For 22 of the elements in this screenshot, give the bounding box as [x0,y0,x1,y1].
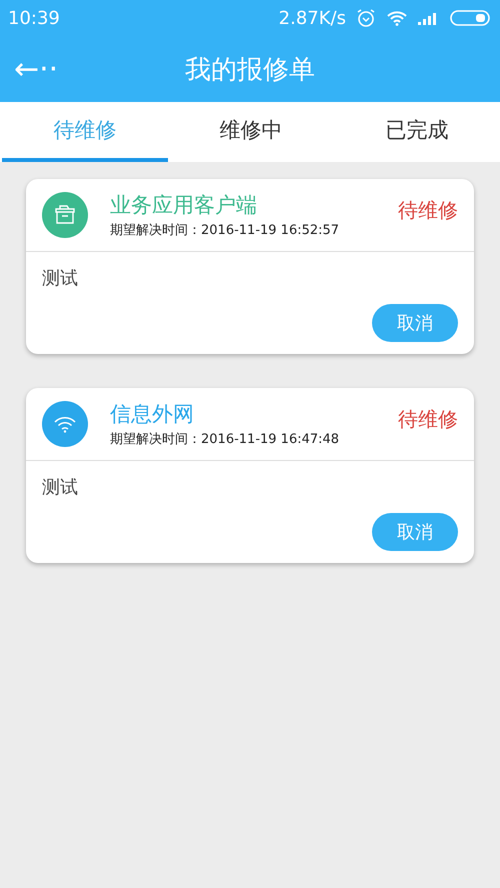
cancel-button[interactable]: 取消 [372,304,458,342]
order-title: 信息外网 [110,401,195,428]
tab[interactable]: 维修中 [168,102,334,162]
wifi-icon [386,10,408,26]
back-button[interactable]: ←·· [14,52,58,86]
order-description: 测试 [42,476,78,499]
order-status: 待维修 [398,197,458,224]
network-speed: 2.87K/s [278,8,346,28]
tab[interactable]: 待维修 [2,102,168,162]
expected-time: 期望解决时间：2016-11-19 16:52:57 [110,222,340,239]
tab[interactable]: 已完成 [334,102,500,162]
order-description: 测试 [42,267,78,290]
order-title: 业务应用客户端 [110,192,258,219]
wifi-icon [53,415,77,433]
archive-box-icon [54,204,76,226]
expected-time: 期望解决时间：2016-11-19 16:47:48 [110,431,340,448]
battery-icon [450,10,490,26]
cancel-button[interactable]: 取消 [372,513,458,551]
order-status: 待维修 [398,406,458,433]
alarm-clock-icon [356,8,376,28]
page-title: 我的报修单 [185,54,315,84]
status-time: 10:39 [8,8,60,28]
